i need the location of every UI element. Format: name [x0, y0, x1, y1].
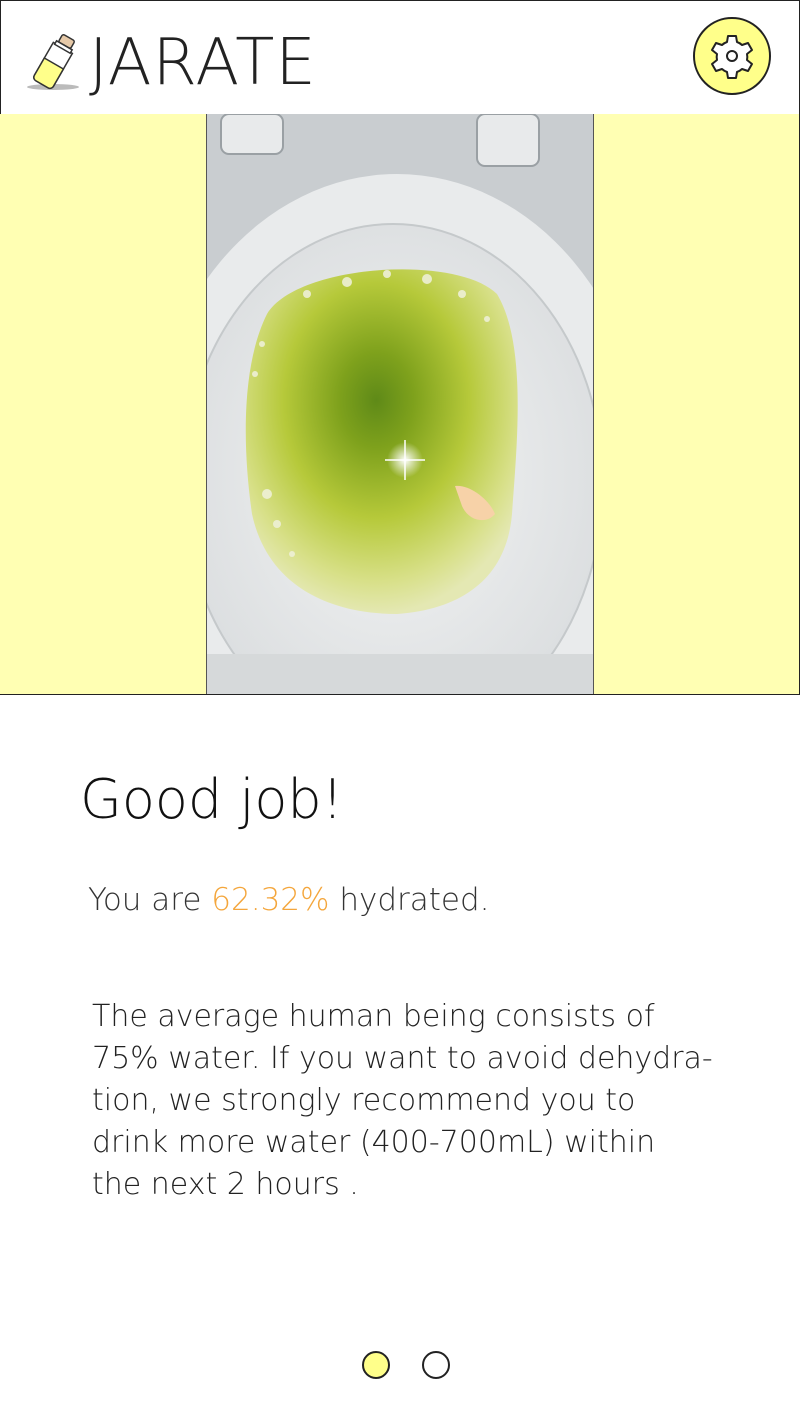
hydration-advice: The average human being consists of 75% … — [92, 996, 732, 1206]
photo-band — [0, 114, 800, 695]
result-headline: Good job! — [80, 768, 344, 831]
hydration-suffix: hydrated. — [329, 882, 490, 918]
hydration-statement: You are 62.32% hydrated. — [88, 878, 490, 922]
advice-line: The average human being consists of — [92, 999, 655, 1034]
app-screen: JARATE Good job! You are 62.32% hydrated… — [0, 0, 800, 1418]
hydration-prefix: You are — [88, 882, 212, 918]
page-indicator — [362, 1351, 452, 1379]
page-dot-2[interactable] — [422, 1351, 450, 1379]
advice-line: drink more water (400-700mL) within — [92, 1125, 656, 1160]
app-title: JARATE — [89, 26, 317, 100]
settings-button[interactable] — [693, 17, 771, 95]
advice-line: tion, we strongly recommend you to — [92, 1083, 636, 1118]
page-dot-1-active[interactable] — [362, 1351, 390, 1379]
urine-bottle-icon — [27, 34, 79, 90]
hydration-percentage: 62.32% — [211, 882, 330, 918]
photo-illustration — [207, 114, 593, 694]
app-header: JARATE — [0, 0, 800, 115]
advice-line: 75% water. If you want to avoid dehydra- — [92, 1041, 713, 1076]
toilet-bowl-photo — [206, 114, 594, 694]
gear-icon — [711, 35, 753, 79]
advice-line: the next 2 hours . — [92, 1167, 359, 1202]
